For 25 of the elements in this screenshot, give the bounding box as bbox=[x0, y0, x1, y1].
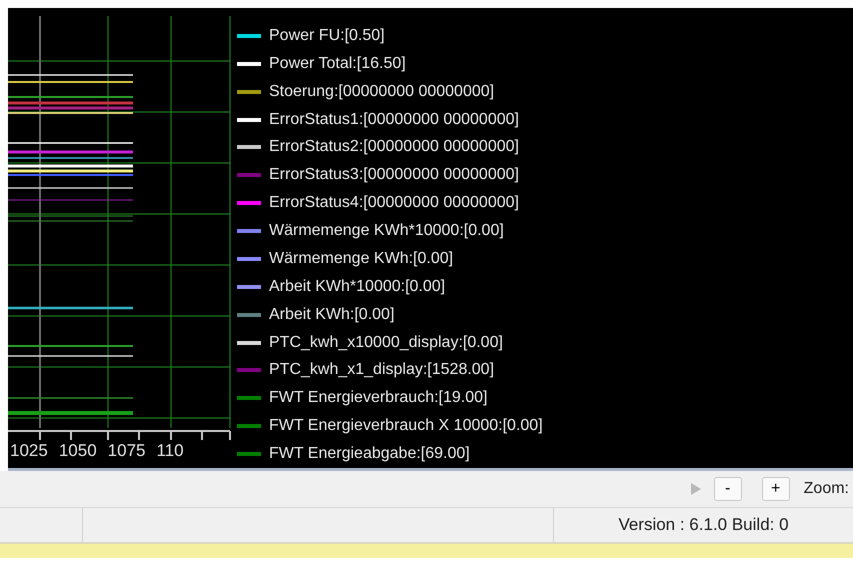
zoom-in-button[interactable]: + bbox=[762, 477, 790, 501]
axis-tick-label: 1025 bbox=[10, 441, 48, 461]
legend-label: FWT Energieabgabe:[69.00] bbox=[269, 445, 470, 464]
legend-label: ErrorStatus1:[00000000 00000000] bbox=[269, 110, 519, 129]
zoom-out-button[interactable]: - bbox=[714, 477, 742, 501]
axis-tick-label: 1050 bbox=[58, 441, 97, 461]
legend-label: Power Total:[16.50] bbox=[269, 54, 406, 73]
zoom-label: Zoom: bbox=[804, 480, 849, 498]
version-text: Version : 6.1.0 Build: 0 bbox=[617, 514, 790, 536]
legend-label: PTC_kwh_x10000_display:[0.00] bbox=[269, 334, 503, 352]
legend-label: Wärmemenge KWh*10000:[0.00] bbox=[269, 222, 504, 240]
legend-label: FWT Energieverbrauch X 10000:[0.00] bbox=[269, 417, 543, 436]
legend-label: Wärmemenge KWh:[0.00] bbox=[269, 250, 454, 268]
legend-label: FWT Energieverbrauch:[19.00] bbox=[269, 389, 488, 408]
axis-tick-label: 110 bbox=[156, 441, 184, 461]
legend-label: ErrorStatus2:[00000000 00000000] bbox=[269, 138, 519, 156]
legend-label: PTC_kwh_x1_display:[1528.00] bbox=[269, 361, 494, 380]
legend-label: ErrorStatus3:[00000000 00000000] bbox=[269, 166, 519, 184]
legend-label: Arbeit KWh*10000:[0.00] bbox=[269, 278, 446, 296]
legend-label: ErrorStatus4:[00000000 00000000] bbox=[269, 194, 519, 212]
play-icon[interactable] bbox=[690, 482, 702, 496]
axis-tick-label: 1075 bbox=[108, 441, 146, 461]
legend-label: Power FU:[0.50] bbox=[269, 26, 385, 45]
legend-label: Arbeit KWh:[0.00] bbox=[269, 306, 394, 324]
legend-label: Stoerung:[00000000 00000000] bbox=[269, 82, 494, 101]
